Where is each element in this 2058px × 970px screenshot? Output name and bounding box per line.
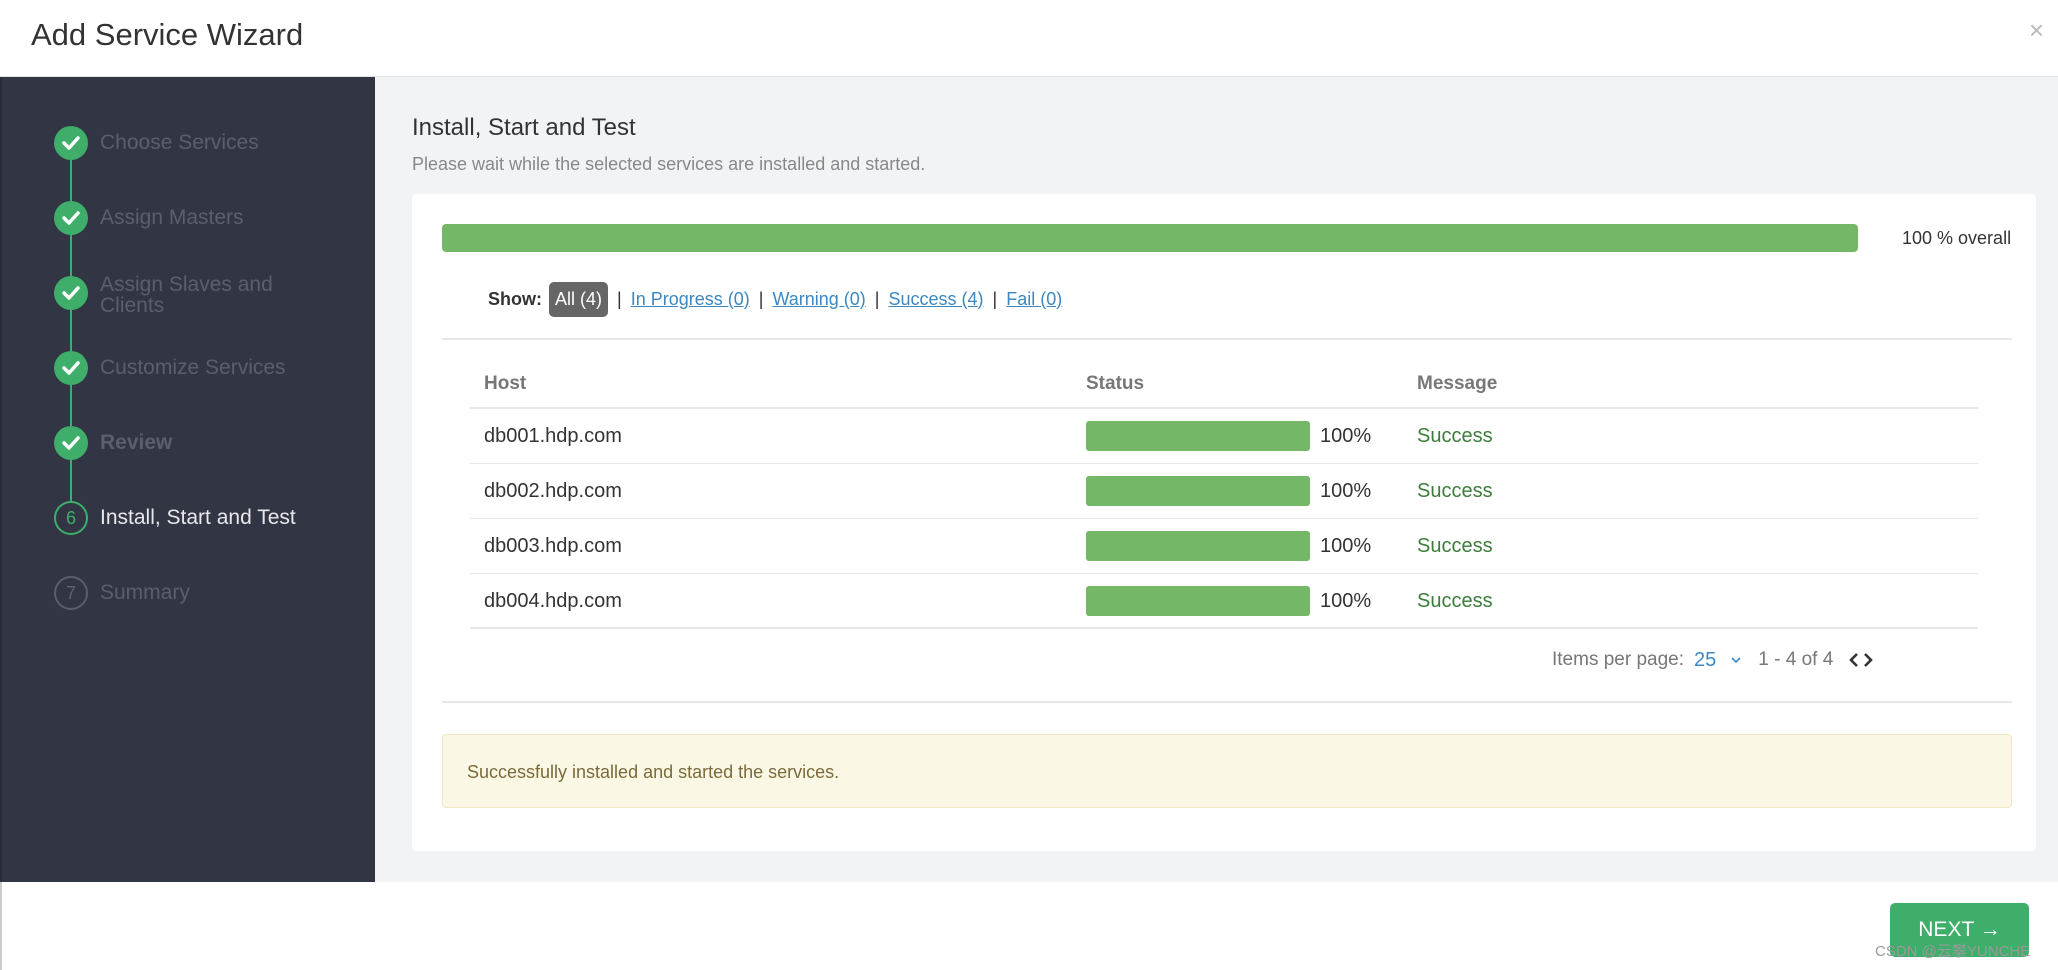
page-nav [1847, 651, 1875, 669]
step-label: Assign Slaves and Clients [100, 273, 273, 317]
header-host: Host [484, 373, 527, 394]
table-row: db001.hdp.com 100% Success [470, 409, 1978, 464]
watermark-text: CSDN @云攀YUNCHE [1875, 943, 2031, 960]
filter-fail[interactable]: Fail (0) [1006, 289, 1062, 310]
page-title: Install, Start and Test [412, 114, 636, 141]
filter-show-label: Show: [488, 288, 542, 309]
host-name[interactable]: db002.hdp.com [484, 480, 622, 503]
host-progress-bar [1086, 586, 1310, 616]
status-filter: Show: All (4) | In Progress (0) | Warnin… [488, 280, 1062, 318]
wizard-header: Add Service Wizard × [0, 0, 2058, 77]
header-status: Status [1086, 373, 1145, 394]
step-label: Assign Masters [100, 206, 244, 229]
filter-separator: | [758, 288, 764, 309]
filter-separator: | [992, 288, 998, 309]
check-icon [54, 351, 88, 385]
overall-progress-text: 100 % overall [1902, 228, 2012, 248]
step-connector [70, 385, 72, 426]
step-label: Review [100, 431, 173, 454]
filter-separator: | [617, 288, 622, 309]
step-connector [70, 235, 72, 276]
table-row: db002.hdp.com 100% Success [470, 464, 1978, 519]
filter-in-progress[interactable]: In Progress (0) [631, 289, 750, 310]
check-icon [54, 126, 88, 160]
host-message[interactable]: Success [1417, 535, 1493, 558]
filter-all[interactable]: All (4) [549, 281, 609, 317]
overall-progress-bar [442, 224, 1858, 252]
wizard-footer [0, 882, 2058, 970]
chevron-left-icon[interactable] [1847, 651, 1861, 669]
host-message[interactable]: Success [1417, 480, 1493, 503]
host-progress-percent: 100% [1320, 425, 1372, 447]
divider [442, 701, 2012, 703]
page-subtitle: Please wait while the selected services … [412, 154, 926, 174]
table-row: db004.hdp.com 100% Success [470, 574, 1978, 629]
host-progress-fill [1086, 586, 1310, 616]
check-icon [54, 201, 88, 235]
overall-progress-fill [442, 224, 1858, 252]
host-progress-fill [1086, 421, 1310, 451]
step-connector [70, 460, 72, 501]
alert-message: Successfully installed and started the s… [467, 762, 840, 782]
hosts-table: Host Status Message db001.hdp.com 100% S… [470, 351, 1978, 629]
host-progress-percent: 100% [1320, 480, 1372, 502]
check-icon [54, 276, 88, 310]
host-progress-fill [1086, 531, 1310, 561]
wizard-steps-sidebar: Choose Services Assign Masters Assign Sl… [0, 77, 375, 882]
host-progress-bar [1086, 531, 1310, 561]
host-progress-bar [1086, 476, 1310, 506]
filter-separator: | [874, 288, 880, 309]
pagination: Items per page: 25 1 - 4 of 4 [1552, 646, 1875, 674]
step-label: Summary [100, 581, 190, 604]
host-progress-fill [1086, 476, 1310, 506]
host-message[interactable]: Success [1417, 425, 1493, 448]
header-message: Message [1417, 373, 1498, 394]
host-name[interactable]: db001.hdp.com [484, 425, 622, 448]
host-progress-percent: 100% [1320, 535, 1372, 557]
close-icon[interactable]: × [2029, 15, 2044, 46]
table-header: Host Status Message [470, 351, 1978, 409]
success-alert: Successfully installed and started the s… [442, 734, 2012, 808]
step-number-6: 6 [54, 501, 88, 535]
host-progress-percent: 100% [1320, 590, 1372, 612]
step-connector [70, 310, 72, 351]
chevron-down-icon[interactable] [1730, 654, 1742, 666]
step-label: Install, Start and Test [100, 506, 296, 529]
filter-success[interactable]: Success (4) [888, 289, 983, 310]
install-card: 100 % overall Show: All (4) | In Progres… [412, 194, 2036, 851]
divider [442, 338, 2012, 340]
items-per-page-label: Items per page: [1552, 649, 1685, 670]
main-content: Install, Start and Test Please wait whil… [375, 77, 2058, 882]
host-message[interactable]: Success [1417, 590, 1493, 613]
chevron-right-icon[interactable] [1861, 651, 1875, 669]
step-connector [70, 160, 72, 201]
items-per-page-select[interactable]: 25 [1694, 649, 1716, 672]
host-name[interactable]: db004.hdp.com [484, 590, 622, 613]
filter-warning[interactable]: Warning (0) [772, 289, 865, 310]
table-row: db003.hdp.com 100% Success [470, 519, 1978, 574]
step-label: Choose Services [100, 131, 259, 154]
step-number-7: 7 [54, 576, 88, 610]
step-label: Customize Services [100, 356, 286, 379]
host-progress-bar [1086, 421, 1310, 451]
wizard-title: Add Service Wizard [31, 17, 304, 52]
page-range: 1 - 4 of 4 [1758, 649, 1834, 670]
host-name[interactable]: db003.hdp.com [484, 535, 622, 558]
check-icon [54, 426, 88, 460]
